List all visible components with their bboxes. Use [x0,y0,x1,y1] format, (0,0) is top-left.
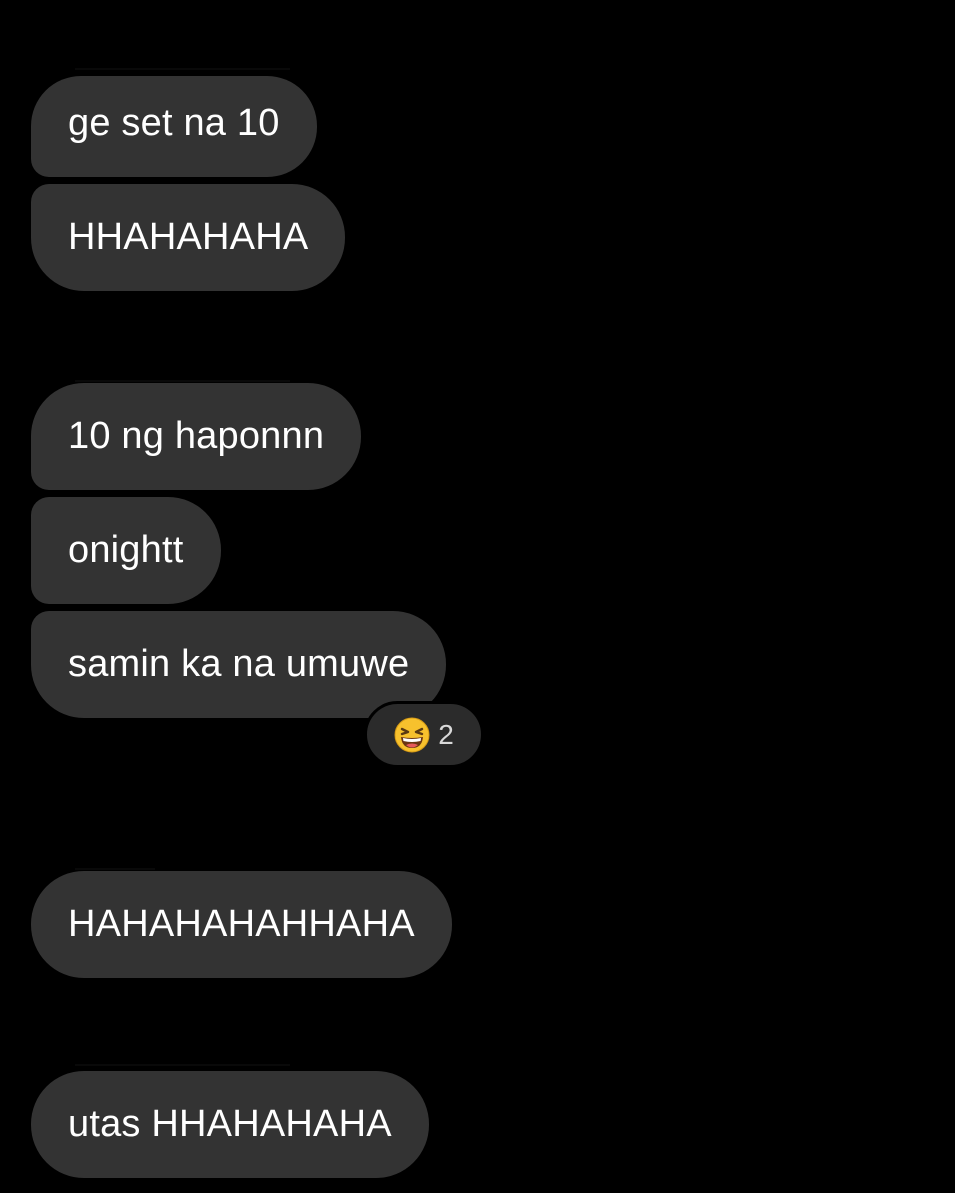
message-text: 10 ng haponnn [68,415,325,457]
sender-name-redacted [75,68,290,76]
message-bubble[interactable]: samin ka na umuwe [31,611,447,718]
message-bubble[interactable]: 10 ng haponnn [31,383,362,490]
message-text: onightt [68,529,184,571]
message-bubble[interactable]: HAHAHAHAHHAHA [31,871,452,978]
message-text: HHAHAHAHA [68,216,309,258]
message-reaction[interactable]: 2 [364,701,484,768]
message-bubble[interactable]: HHAHAHAHA [31,184,346,291]
message-bubble[interactable]: onightt [31,497,221,604]
reaction-count: 2 [438,718,454,750]
laughing-squinting-face-icon [394,717,430,752]
chat-thread[interactable]: ge set na 10 HHAHAHAHA 10 ng haponnn oni… [0,0,955,1193]
message-text: samin ka na umuwe [68,643,410,685]
message-text: ge set na 10 [68,102,280,144]
message-text: utas HHAHAHAHA [68,1103,392,1145]
message-text: HAHAHAHAHHAHA [68,903,415,945]
message-bubble[interactable]: utas HHAHAHAHA [31,1071,429,1178]
message-bubble[interactable]: ge set na 10 [31,76,317,177]
